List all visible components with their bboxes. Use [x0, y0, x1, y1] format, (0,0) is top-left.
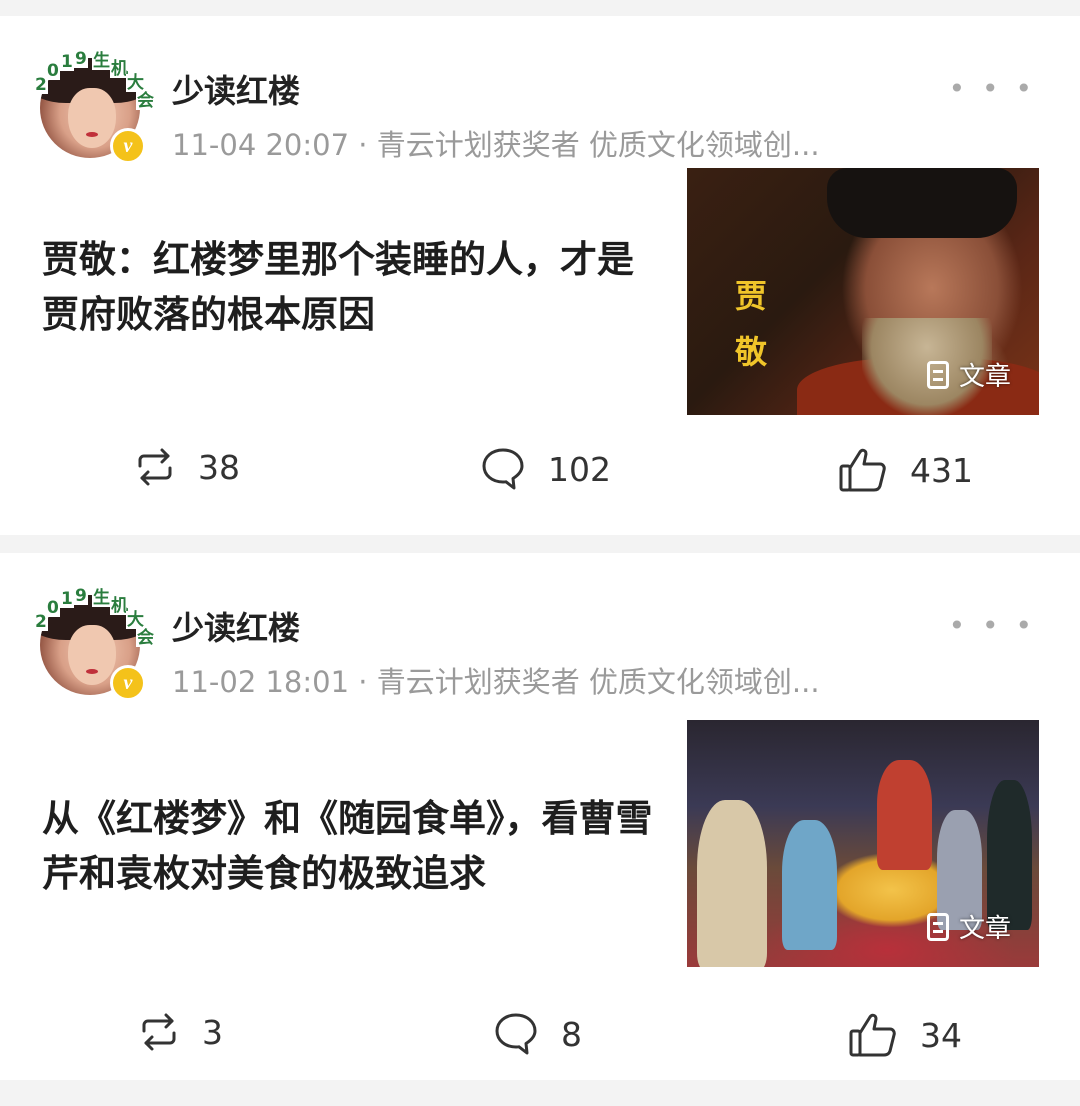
article-thumbnail[interactable]: 贾敬 文章: [687, 168, 1039, 415]
comment-count: 102: [548, 449, 611, 489]
thumbs-up-icon: [839, 448, 886, 492]
article-title[interactable]: 贾敬：红楼梦里那个装睡的人，才是贾府败落的根本原因: [42, 232, 662, 342]
action-bar: 38 102 431: [0, 446, 1080, 506]
comment-icon: [495, 1013, 537, 1055]
avatar[interactable]: 2 0 1 9 生 机 大 会 v: [34, 50, 155, 164]
comment-button[interactable]: 102: [480, 446, 611, 492]
article-title[interactable]: 从《红楼梦》和《随园食单》，看曹雪芹和袁枚对美食的极致追求: [42, 791, 662, 901]
more-horizontal-icon[interactable]: • • •: [949, 609, 1036, 642]
verified-v-icon: v: [110, 128, 146, 164]
article-tag-label: 文章: [958, 362, 1011, 392]
thumbnail-caption: 贾敬: [734, 277, 767, 371]
like-button[interactable]: 431: [838, 446, 973, 494]
thumbs-up-icon: [849, 1013, 896, 1057]
comment-count: 8: [561, 1014, 582, 1054]
feed-card[interactable]: 2 0 1 9 生 机 大 会 v 少读红楼 11-04 20:07 · 青云计…: [0, 16, 1080, 535]
post-meta: 11-02 18:01 · 青云计划获奖者 优质文化领域创...: [172, 665, 820, 699]
post-meta: 11-04 20:07 · 青云计划获奖者 优质文化领域创...: [172, 128, 820, 162]
author-name[interactable]: 少读红楼: [172, 603, 300, 649]
like-count: 431: [910, 450, 973, 490]
document-icon: [926, 912, 949, 941]
article-tag-label: 文章: [958, 914, 1011, 944]
article-thumbnail[interactable]: 文章: [687, 720, 1039, 967]
repost-count: 38: [198, 447, 240, 487]
like-button[interactable]: 34: [848, 1011, 962, 1059]
verified-v-icon: v: [110, 665, 146, 701]
repost-count: 3: [202, 1012, 223, 1052]
comment-button[interactable]: 8: [493, 1011, 582, 1057]
author-name[interactable]: 少读红楼: [172, 66, 300, 112]
feed-card[interactable]: 2 0 1 9 生 机 大 会 v 少读红楼 11-02 18:01 · 青云计…: [0, 553, 1080, 1080]
action-bar: 3 8 34: [0, 1011, 1080, 1071]
like-count: 34: [920, 1015, 962, 1055]
repost-button[interactable]: 38: [134, 446, 240, 488]
article-tag: 文章: [926, 356, 1011, 393]
repost-icon: [138, 448, 172, 486]
feed: 2 0 1 9 生 机 大 会 v 少读红楼 11-04 20:07 · 青云计…: [0, 0, 1080, 1106]
more-horizontal-icon[interactable]: • • •: [949, 72, 1036, 105]
article-tag: 文章: [926, 908, 1011, 945]
repost-button[interactable]: 3: [138, 1011, 223, 1053]
document-icon: [926, 360, 949, 389]
avatar-frame-badge: 2 0 1 9 生 机 大 会: [34, 49, 155, 111]
comment-icon: [482, 448, 524, 490]
avatar-frame-badge: 2 0 1 9 生 机 大 会: [34, 586, 155, 648]
repost-icon: [142, 1013, 176, 1051]
avatar[interactable]: 2 0 1 9 生 机 大 会 v: [34, 587, 155, 701]
